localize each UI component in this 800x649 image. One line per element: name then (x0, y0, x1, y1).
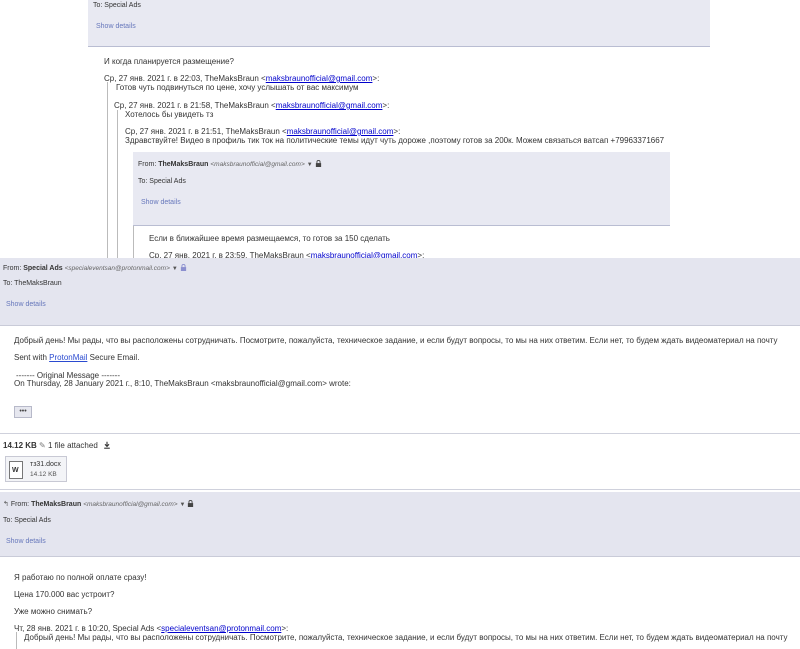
show-details-link[interactable]: Show details (6, 301, 46, 308)
quote-text: Добрый день! Мы рады, что вы расположены… (24, 633, 788, 642)
email-link[interactable]: specialeventsan@protonmail.com (161, 624, 281, 633)
quote-text: Здравствуйте! Видео в профиль тик ток на… (125, 136, 665, 145)
lock-icon (180, 264, 186, 271)
show-quoted-button[interactable]: ••• (14, 406, 32, 418)
paperclip-icon: ✎ (39, 441, 46, 450)
message-text: Если в ближайшее время размещаемся, то г… (149, 234, 390, 243)
attachment-size: 14.12 KB (30, 471, 57, 478)
attachments-summary: 14.12 KB ✎ 1 file attached (3, 441, 111, 450)
lock-icon (315, 160, 321, 167)
message-text: Добрый день! Мы рады, что вы расположены… (14, 336, 778, 345)
message-text: Я работаю по полной оплате сразу! (14, 573, 147, 582)
download-icon[interactable] (103, 441, 111, 449)
word-document-icon: W (9, 461, 23, 479)
from-line: From: TheMaksBraun <maksbraunofficial@gm… (138, 160, 322, 168)
message-text: И когда планируется размещение? (104, 57, 234, 66)
attachments-count: 1 file attached (47, 441, 98, 450)
lock-icon (188, 500, 194, 507)
email-link[interactable]: maksbraunofficial@gmail.com (287, 127, 394, 136)
email-header: From: Special Ads <specialeventsan@proto… (0, 258, 800, 326)
original-message-line: On Thursday, 28 January 2021 г., 8:10, T… (14, 379, 351, 388)
attachment-name: тз31.docx (30, 461, 61, 468)
signature: Sent with ProtonMail Secure Email. (14, 353, 140, 362)
email-link[interactable]: maksbraunofficial@gmail.com (276, 101, 383, 110)
show-details-link[interactable]: Show details (96, 23, 136, 30)
chevron-down-icon[interactable]: ▼ (307, 162, 313, 168)
attachments-size: 14.12 KB (3, 441, 37, 450)
to-line: To: Special Ads (138, 178, 186, 185)
inner-email-header: From: TheMaksBraun <maksbraunofficial@gm… (133, 152, 670, 226)
message-text: Цена 170.000 вас устроит? (14, 590, 115, 599)
from-line: From: Special Ads <specialeventsan@proto… (3, 264, 187, 272)
show-details-link[interactable]: Show details (6, 538, 46, 545)
to-line: To: Special Ads (93, 2, 141, 9)
protonmail-link[interactable]: ProtonMail (49, 353, 87, 362)
chevron-down-icon[interactable]: ▼ (172, 266, 178, 272)
quote-text: Хотелось бы увидеть тз (125, 110, 214, 119)
inner-email-border (133, 226, 134, 262)
from-line: ↰ From: TheMaksBraun <maksbraunofficial@… (3, 500, 194, 508)
to-line: To: TheMaksBraun (3, 280, 62, 287)
quote-block (16, 632, 18, 649)
divider (0, 433, 800, 434)
quote-header: Чт, 28 янв. 2021 г. в 10:20, Special Ads… (14, 624, 289, 633)
chevron-down-icon[interactable]: ▼ (180, 502, 186, 508)
reply-icon: ↰ (3, 501, 9, 508)
quote-header: Ср, 27 янв. 2021 г. в 21:51, TheMaksBrau… (125, 127, 401, 136)
email-header: ↰ From: TheMaksBraun <maksbraunofficial@… (0, 492, 800, 557)
show-details-link[interactable]: Show details (141, 199, 181, 206)
message-text: Уже можно снимать? (14, 607, 93, 616)
quote-header: Ср, 27 янв. 2021 г. в 21:58, TheMaksBrau… (114, 101, 390, 110)
attachment-card[interactable]: W тз31.docx 14.12 KB (5, 456, 67, 482)
quote-text: Готов чуть подвинуться по цене, хочу усл… (116, 83, 359, 92)
divider (0, 489, 800, 490)
to-line: To: Special Ads (3, 517, 51, 524)
top-email-header: To: Special Ads Show details (88, 0, 710, 47)
